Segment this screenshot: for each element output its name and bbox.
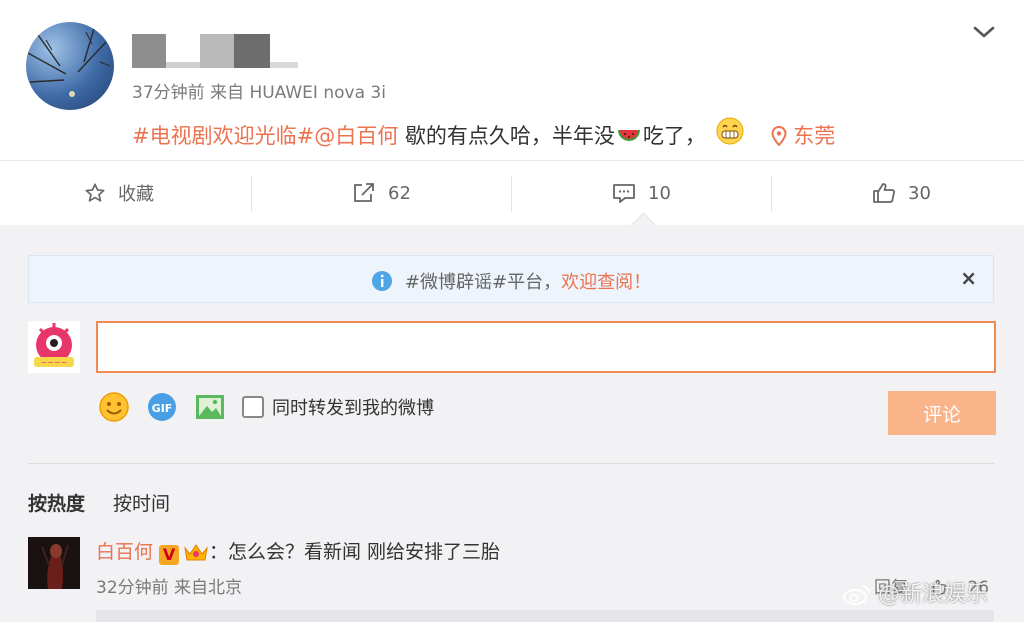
comment-panel: #微博辟谣#平台，欢迎查阅！ × ~~~~ GIF 同时转发到我的微博 评论 按… <box>0 225 1024 622</box>
post-meta: 37分钟前 来自 HUAWEI nova 3i <box>132 78 386 103</box>
comment-source: 来自北京 <box>174 578 243 598</box>
comment-meta: 32分钟前 来自北京 <box>96 573 242 598</box>
divider <box>28 463 994 464</box>
close-icon[interactable]: × <box>960 266 977 290</box>
action-divider <box>511 176 512 212</box>
watermark-text: @新浪娱乐 <box>878 582 989 607</box>
username-blurred <box>166 62 200 68</box>
current-user-avatar[interactable]: ~~~~ <box>28 321 80 373</box>
tab-sort-by-time[interactable]: 按时间 <box>113 493 170 515</box>
verified-badge-icon: V <box>159 545 180 565</box>
commenter-name[interactable]: 白百何 <box>96 541 153 563</box>
commenter-avatar[interactable] <box>28 537 80 589</box>
watermelon-emoji-icon <box>617 127 641 151</box>
post-source: 来自 HUAWEI nova 3i <box>210 83 386 103</box>
comment-input[interactable] <box>96 321 996 373</box>
gif-picker-icon[interactable]: GIF <box>146 391 178 423</box>
comment-text: ：怎么会？看新闻 刚给安排了三胎 <box>209 541 501 563</box>
image-upload-icon[interactable] <box>194 391 226 423</box>
info-icon <box>371 270 393 297</box>
svg-text:GIF: GIF <box>152 402 173 415</box>
star-icon <box>85 183 105 202</box>
chevron-down-icon[interactable] <box>972 24 996 44</box>
fan-crown-icon <box>183 540 209 567</box>
comment-item: 白百何 V ：怎么会？看新闻 刚给安排了三胎 <box>96 537 500 567</box>
watermark: @新浪娱乐 <box>842 576 988 612</box>
favorite-label: 收藏 <box>118 184 154 205</box>
submit-comment-button[interactable]: 评论 <box>888 391 996 435</box>
location-label: 东莞 <box>793 124 836 148</box>
rumor-notice-banner: #微博辟谣#平台，欢迎查阅！ × <box>28 255 994 303</box>
topic-link[interactable]: #电视剧欢迎光临# <box>132 124 314 148</box>
like-count: 30 <box>908 182 931 204</box>
username-blurred <box>132 34 166 68</box>
comment-sort-tabs: 按热度 按时间 <box>28 489 198 516</box>
username-blurred <box>234 34 270 68</box>
favorite-button[interactable]: 收藏 <box>84 161 154 225</box>
repost-button[interactable]: 62 <box>352 161 411 225</box>
tab-sort-by-hot[interactable]: 按热度 <box>28 493 85 515</box>
repost-checkbox-label[interactable]: 同时转发到我的微博 <box>272 394 434 420</box>
comment-icon <box>613 184 635 203</box>
like-button[interactable]: 30 <box>872 161 931 225</box>
grin-emoji-icon <box>715 116 745 151</box>
action-divider <box>771 176 772 212</box>
composer-toolbar: GIF 同时转发到我的微博 <box>98 391 434 423</box>
post-text: #电视剧欢迎光临#@白百何 歇的有点久哈，半年没 吃了， 东莞 <box>132 116 835 151</box>
action-divider <box>251 176 252 212</box>
notice-topic[interactable]: #微博辟谣#平台， <box>405 272 561 293</box>
repost-checkbox[interactable] <box>242 396 264 418</box>
emoji-picker-icon[interactable] <box>98 391 130 423</box>
mention-link[interactable]: @白百何 <box>314 124 398 148</box>
post-body-tail: 吃了， <box>642 124 706 148</box>
username-blurred <box>270 62 298 68</box>
post-action-bar: 收藏 62 10 30 <box>0 160 1024 226</box>
author-avatar[interactable] <box>26 22 114 110</box>
comment-count: 10 <box>648 182 671 204</box>
notice-link[interactable]: 欢迎查阅！ <box>561 272 651 293</box>
svg-text:~~~~: ~~~~ <box>41 358 68 367</box>
location-link[interactable]: 东莞 <box>771 124 835 148</box>
comment-time: 32分钟前 <box>96 578 169 598</box>
weibo-post: 37分钟前 来自 HUAWEI nova 3i #电视剧欢迎光临#@白百何 歇的… <box>0 0 1024 160</box>
weibo-logo-icon <box>842 582 872 612</box>
post-time[interactable]: 37分钟前 <box>132 83 205 103</box>
location-pin-icon <box>771 125 787 147</box>
repost-count: 62 <box>388 182 411 204</box>
username-blurred <box>200 34 234 68</box>
post-body: 歇的有点久哈，半年没 <box>404 124 615 148</box>
repost-icon <box>354 183 374 202</box>
thumbs-up-icon <box>873 183 895 203</box>
